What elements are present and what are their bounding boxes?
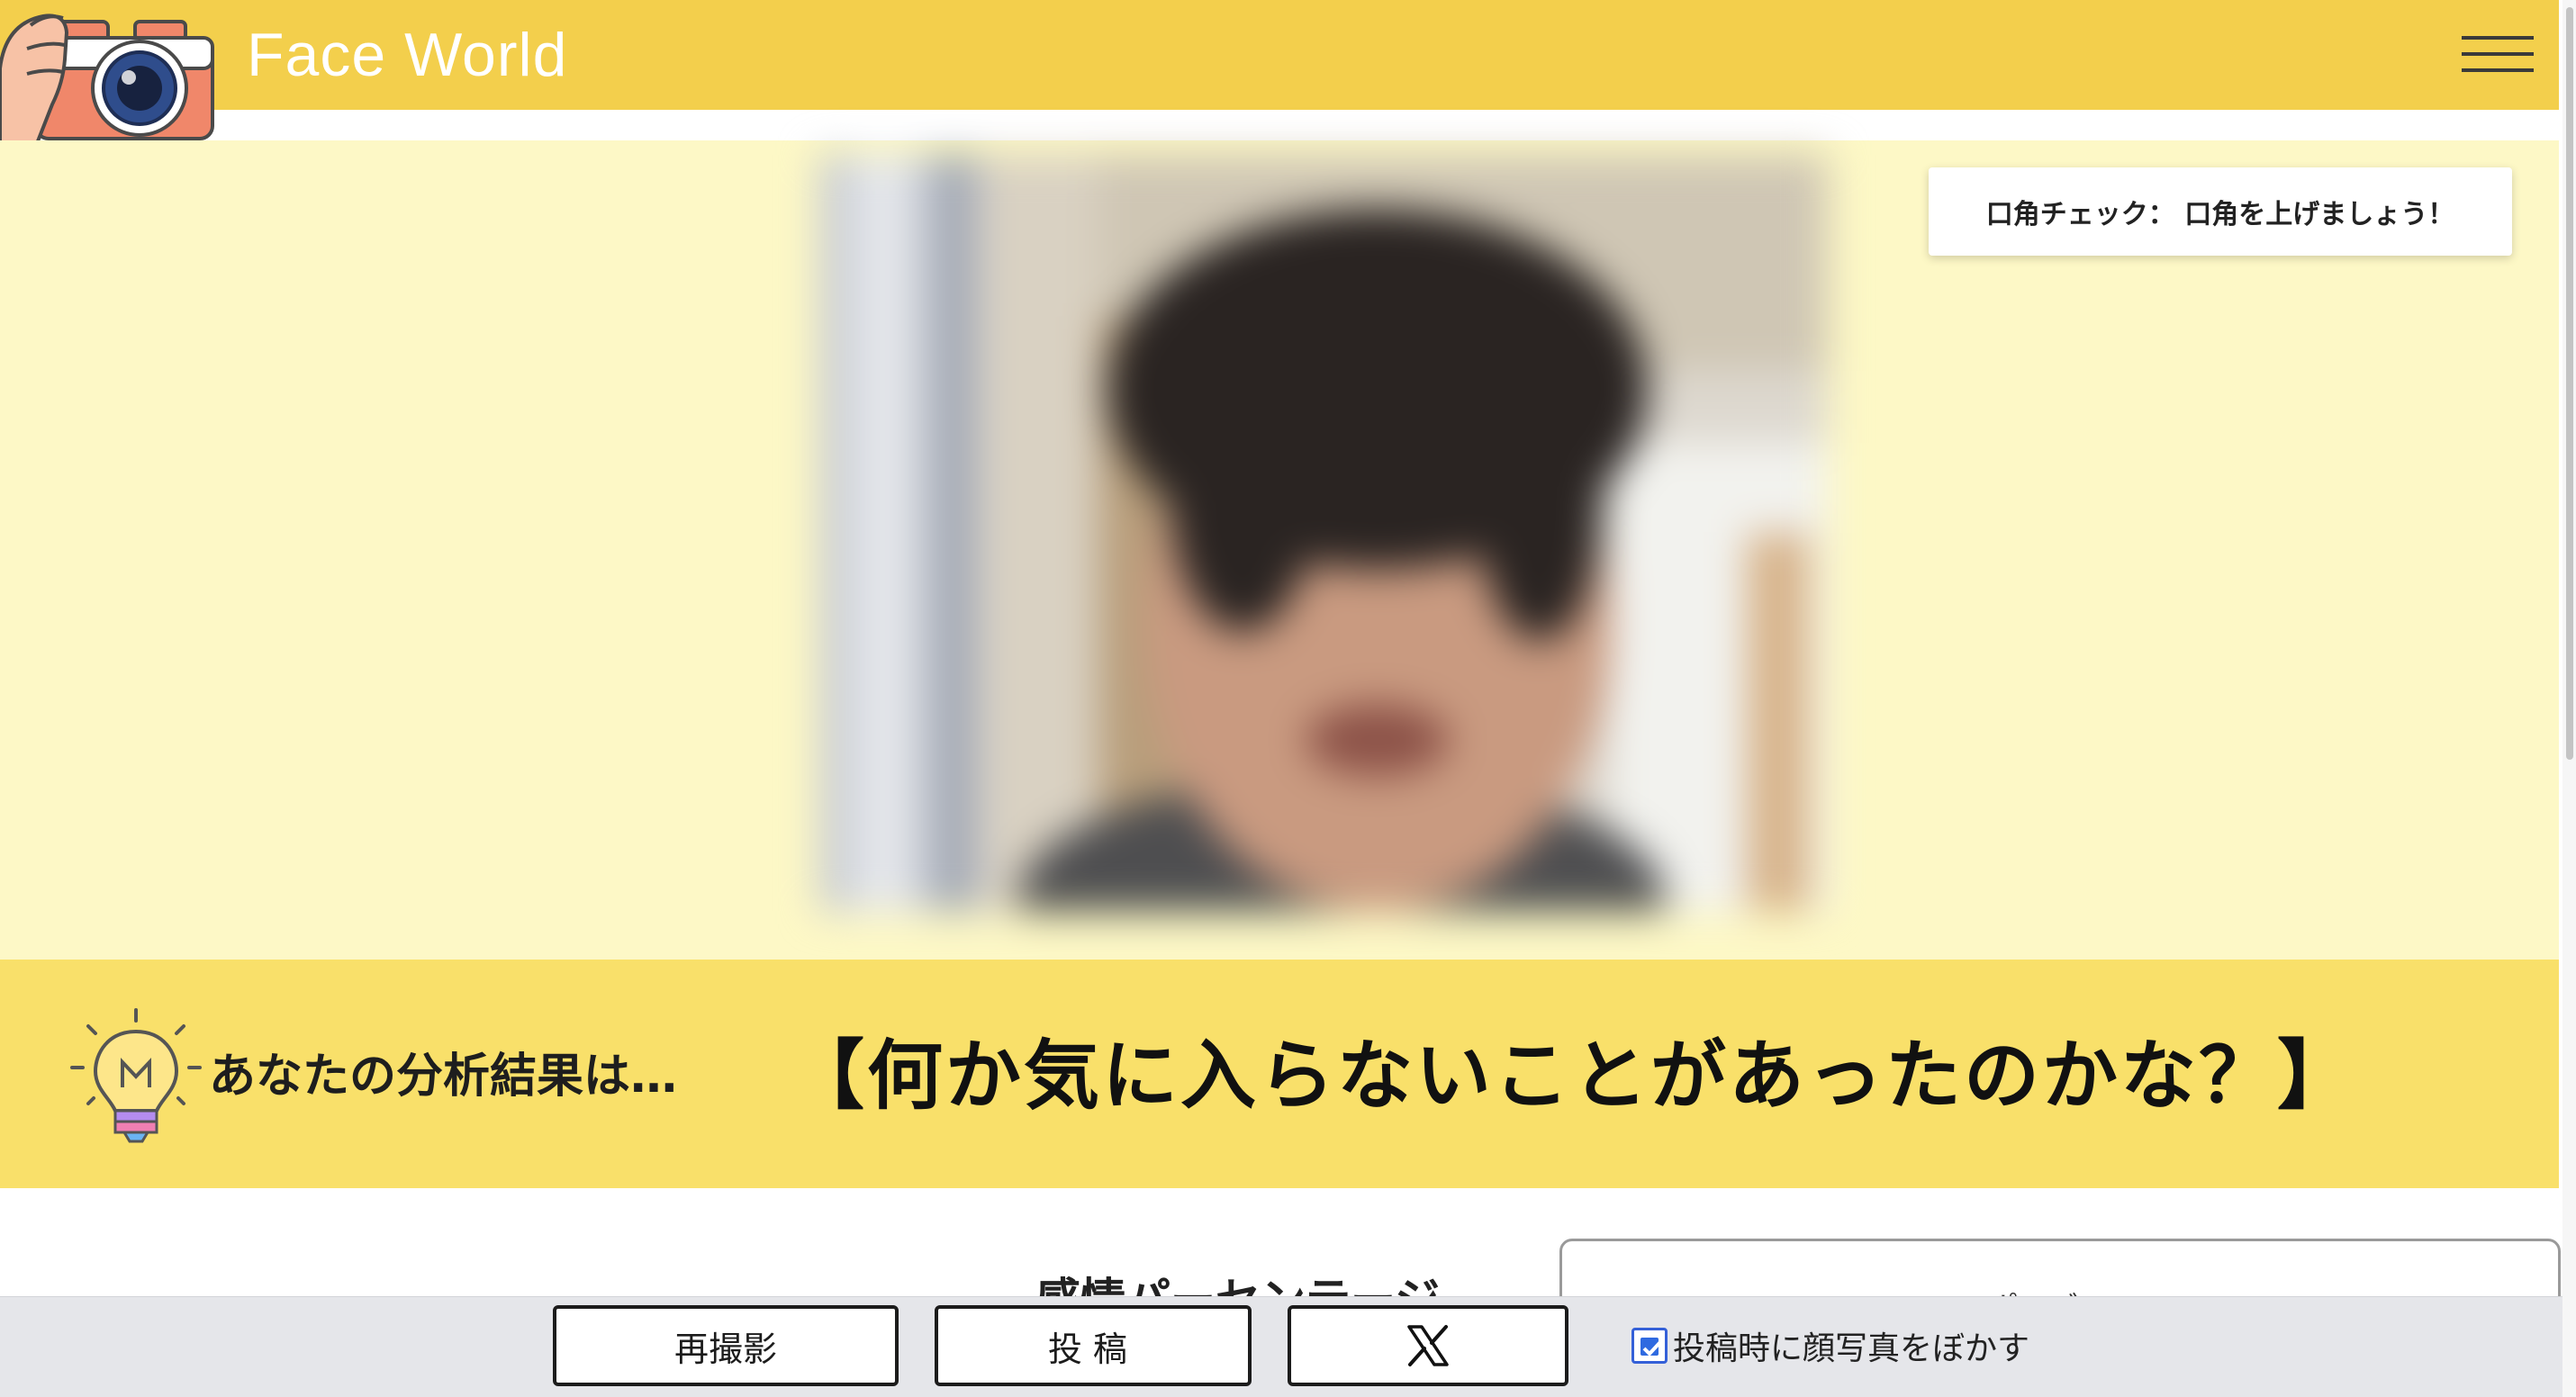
retake-button[interactable]: 再撮影 (553, 1305, 899, 1386)
top-header: Face World (0, 0, 2559, 110)
brand-title[interactable]: Face World (247, 16, 567, 94)
hamburger-menu-icon[interactable] (2462, 32, 2534, 77)
result-text: 【何か気に入らないことがあったのかな？】 (789, 1032, 2356, 1120)
blurred-face-photo (819, 155, 1828, 911)
page: Face World 口角チェック： 口角を上げましょう！ あなたの分析結果は…… (0, 0, 2576, 1397)
blur-face-checkbox[interactable] (1631, 1328, 1668, 1364)
result-prefix: あなたの分析結果は… (209, 1050, 678, 1104)
mouth-check-card: 口角チェック： 口角を上げましょう！ (1929, 167, 2512, 256)
blur-face-option[interactable]: 投稿時に顔写真をぼかす (1631, 1323, 2029, 1368)
x-logo-icon (1407, 1325, 1449, 1366)
post-button[interactable]: 投稿 (935, 1305, 1252, 1386)
scrollbar-thumb[interactable] (2566, 7, 2573, 760)
share-x-button[interactable] (1288, 1305, 1568, 1386)
blur-face-label: 投稿時に顔写真をぼかす (1673, 1330, 2030, 1367)
camera-logo-icon[interactable] (0, 5, 216, 146)
lightbulb-icon (70, 1008, 202, 1143)
